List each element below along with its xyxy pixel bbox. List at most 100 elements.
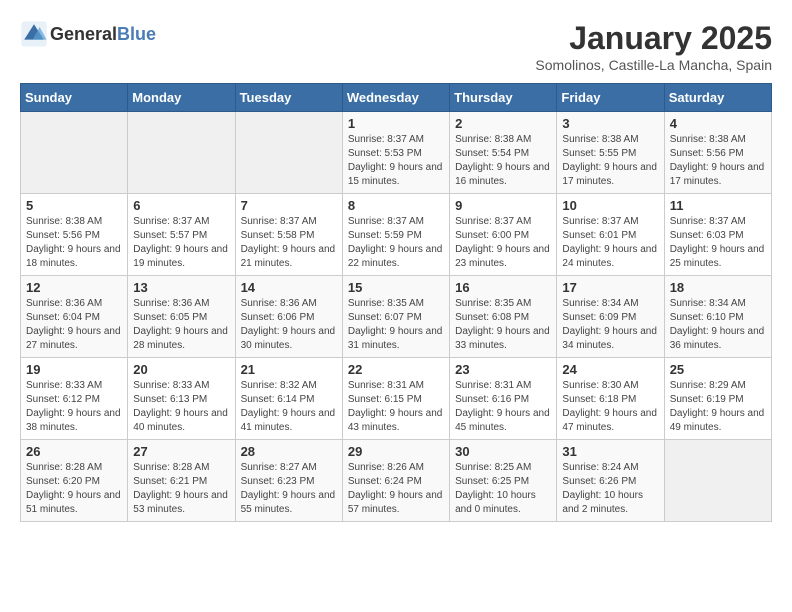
day-info: Sunrise: 8:36 AM Sunset: 6:04 PM Dayligh… — [26, 297, 122, 353]
day-info: Sunrise: 8:34 AM Sunset: 6:09 PM Dayligh… — [562, 297, 658, 353]
day-info: Sunrise: 8:37 AM Sunset: 6:03 PM Dayligh… — [670, 215, 766, 271]
calendar-cell: 25 Sunrise: 8:29 AM Sunset: 6:19 PM Dayli… — [664, 358, 771, 440]
day-number: 10 — [562, 198, 658, 213]
calendar-cell: 8 Sunrise: 8:37 AM Sunset: 5:59 PM Daylig… — [342, 194, 449, 276]
weekday-header-friday: Friday — [557, 84, 664, 112]
calendar-cell: 1Sunrise: 8:37 AM Sunset: 5:53 PM Daylig… — [342, 112, 449, 194]
day-number: 25 — [670, 362, 766, 377]
day-info: Sunrise: 8:38 AM Sunset: 5:56 PM Dayligh… — [26, 215, 122, 271]
day-number: 4 — [670, 116, 766, 131]
day-info: Sunrise: 8:28 AM Sunset: 6:21 PM Dayligh… — [133, 461, 229, 517]
day-number: 5 — [26, 198, 122, 213]
day-number: 7 — [241, 198, 337, 213]
day-info: Sunrise: 8:32 AM Sunset: 6:14 PM Dayligh… — [241, 379, 337, 435]
day-number: 26 — [26, 444, 122, 459]
calendar-cell: 30 Sunrise: 8:25 AM Sunset: 6:25 PM Dayli… — [450, 440, 557, 522]
calendar-cell: 10 Sunrise: 8:37 AM Sunset: 6:01 PM Dayli… — [557, 194, 664, 276]
weekday-header-tuesday: Tuesday — [235, 84, 342, 112]
day-info: Sunrise: 8:38 AM Sunset: 5:54 PM Dayligh… — [455, 133, 551, 189]
day-number: 8 — [348, 198, 444, 213]
calendar-cell — [128, 112, 235, 194]
calendar-cell: 26 Sunrise: 8:28 AM Sunset: 6:20 PM Dayli… — [21, 440, 128, 522]
day-number: 3 — [562, 116, 658, 131]
calendar-cell — [235, 112, 342, 194]
day-number: 31 — [562, 444, 658, 459]
calendar-cell: 22Sunrise: 8:31 AM Sunset: 6:15 PM Dayli… — [342, 358, 449, 440]
logo-text: GeneralBlue — [50, 24, 156, 45]
day-number: 20 — [133, 362, 229, 377]
day-info: Sunrise: 8:31 AM Sunset: 6:16 PM Dayligh… — [455, 379, 551, 435]
day-info: Sunrise: 8:35 AM Sunset: 6:08 PM Dayligh… — [455, 297, 551, 353]
day-info: Sunrise: 8:26 AM Sunset: 6:24 PM Dayligh… — [348, 461, 444, 517]
day-info: Sunrise: 8:34 AM Sunset: 6:10 PM Dayligh… — [670, 297, 766, 353]
day-number: 15 — [348, 280, 444, 295]
day-number: 12 — [26, 280, 122, 295]
day-number: 29 — [348, 444, 444, 459]
weekday-header-row: SundayMondayTuesdayWednesdayThursdayFrid… — [21, 84, 772, 112]
calendar-week-2: 5 Sunrise: 8:38 AM Sunset: 5:56 PM Daylig… — [21, 194, 772, 276]
weekday-header-saturday: Saturday — [664, 84, 771, 112]
day-number: 28 — [241, 444, 337, 459]
day-info: Sunrise: 8:37 AM Sunset: 5:57 PM Dayligh… — [133, 215, 229, 271]
calendar-cell: 9 Sunrise: 8:37 AM Sunset: 6:00 PM Daylig… — [450, 194, 557, 276]
day-info: Sunrise: 8:36 AM Sunset: 6:06 PM Dayligh… — [241, 297, 337, 353]
day-number: 6 — [133, 198, 229, 213]
day-info: Sunrise: 8:35 AM Sunset: 6:07 PM Dayligh… — [348, 297, 444, 353]
calendar-cell: 16Sunrise: 8:35 AM Sunset: 6:08 PM Dayli… — [450, 276, 557, 358]
day-info: Sunrise: 8:25 AM Sunset: 6:25 PM Dayligh… — [455, 461, 551, 517]
logo: GeneralBlue — [20, 20, 156, 48]
day-info: Sunrise: 8:37 AM Sunset: 6:00 PM Dayligh… — [455, 215, 551, 271]
weekday-header-wednesday: Wednesday — [342, 84, 449, 112]
calendar-cell: 11 Sunrise: 8:37 AM Sunset: 6:03 PM Dayli… — [664, 194, 771, 276]
weekday-header-thursday: Thursday — [450, 84, 557, 112]
calendar-cell — [21, 112, 128, 194]
calendar-cell: 4Sunrise: 8:38 AM Sunset: 5:56 PM Daylig… — [664, 112, 771, 194]
calendar-cell: 17 Sunrise: 8:34 AM Sunset: 6:09 PM Dayli… — [557, 276, 664, 358]
day-info: Sunrise: 8:28 AM Sunset: 6:20 PM Dayligh… — [26, 461, 122, 517]
day-number: 14 — [241, 280, 337, 295]
day-info: Sunrise: 8:37 AM Sunset: 6:01 PM Dayligh… — [562, 215, 658, 271]
day-info: Sunrise: 8:30 AM Sunset: 6:18 PM Dayligh… — [562, 379, 658, 435]
day-info: Sunrise: 8:29 AM Sunset: 6:19 PM Dayligh… — [670, 379, 766, 435]
day-number: 9 — [455, 198, 551, 213]
day-number: 13 — [133, 280, 229, 295]
calendar-cell: 2Sunrise: 8:38 AM Sunset: 5:54 PM Daylig… — [450, 112, 557, 194]
day-number: 11 — [670, 198, 766, 213]
day-number: 24 — [562, 362, 658, 377]
calendar-cell: 23Sunrise: 8:31 AM Sunset: 6:16 PM Dayli… — [450, 358, 557, 440]
calendar-week-3: 12 Sunrise: 8:36 AM Sunset: 6:04 PM Dayli… — [21, 276, 772, 358]
calendar-cell: 20 Sunrise: 8:33 AM Sunset: 6:13 PM Dayli… — [128, 358, 235, 440]
day-info: Sunrise: 8:31 AM Sunset: 6:15 PM Dayligh… — [348, 379, 444, 435]
logo-general: General — [50, 24, 117, 44]
calendar-cell: 7 Sunrise: 8:37 AM Sunset: 5:58 PM Daylig… — [235, 194, 342, 276]
day-number: 21 — [241, 362, 337, 377]
day-number: 17 — [562, 280, 658, 295]
weekday-header-sunday: Sunday — [21, 84, 128, 112]
title-block: January 2025 Somolinos, Castille-La Manc… — [535, 20, 772, 73]
day-number: 27 — [133, 444, 229, 459]
day-number: 30 — [455, 444, 551, 459]
calendar-cell: 18Sunrise: 8:34 AM Sunset: 6:10 PM Dayli… — [664, 276, 771, 358]
day-info: Sunrise: 8:37 AM Sunset: 5:59 PM Dayligh… — [348, 215, 444, 271]
day-info: Sunrise: 8:24 AM Sunset: 6:26 PM Dayligh… — [562, 461, 658, 517]
day-info: Sunrise: 8:37 AM Sunset: 5:58 PM Dayligh… — [241, 215, 337, 271]
calendar-table: SundayMondayTuesdayWednesdayThursdayFrid… — [20, 83, 772, 522]
day-info: Sunrise: 8:37 AM Sunset: 5:53 PM Dayligh… — [348, 133, 444, 189]
day-number: 19 — [26, 362, 122, 377]
day-info: Sunrise: 8:27 AM Sunset: 6:23 PM Dayligh… — [241, 461, 337, 517]
calendar-cell: 6 Sunrise: 8:37 AM Sunset: 5:57 PM Daylig… — [128, 194, 235, 276]
calendar-cell: 15 Sunrise: 8:35 AM Sunset: 6:07 PM Dayli… — [342, 276, 449, 358]
calendar-cell: 14 Sunrise: 8:36 AM Sunset: 6:06 PM Dayli… — [235, 276, 342, 358]
calendar-week-4: 19Sunrise: 8:33 AM Sunset: 6:12 PM Dayli… — [21, 358, 772, 440]
day-info: Sunrise: 8:33 AM Sunset: 6:13 PM Dayligh… — [133, 379, 229, 435]
calendar-cell: 27 Sunrise: 8:28 AM Sunset: 6:21 PM Dayli… — [128, 440, 235, 522]
calendar-subtitle: Somolinos, Castille-La Mancha, Spain — [535, 57, 772, 73]
calendar-cell: 24 Sunrise: 8:30 AM Sunset: 6:18 PM Dayli… — [557, 358, 664, 440]
calendar-cell: 5 Sunrise: 8:38 AM Sunset: 5:56 PM Daylig… — [21, 194, 128, 276]
calendar-cell: 28 Sunrise: 8:27 AM Sunset: 6:23 PM Dayli… — [235, 440, 342, 522]
calendar-cell: 31 Sunrise: 8:24 AM Sunset: 6:26 PM Dayli… — [557, 440, 664, 522]
calendar-cell: 3Sunrise: 8:38 AM Sunset: 5:55 PM Daylig… — [557, 112, 664, 194]
calendar-cell: 29 Sunrise: 8:26 AM Sunset: 6:24 PM Dayli… — [342, 440, 449, 522]
calendar-cell: 21 Sunrise: 8:32 AM Sunset: 6:14 PM Dayli… — [235, 358, 342, 440]
calendar-week-5: 26 Sunrise: 8:28 AM Sunset: 6:20 PM Dayli… — [21, 440, 772, 522]
